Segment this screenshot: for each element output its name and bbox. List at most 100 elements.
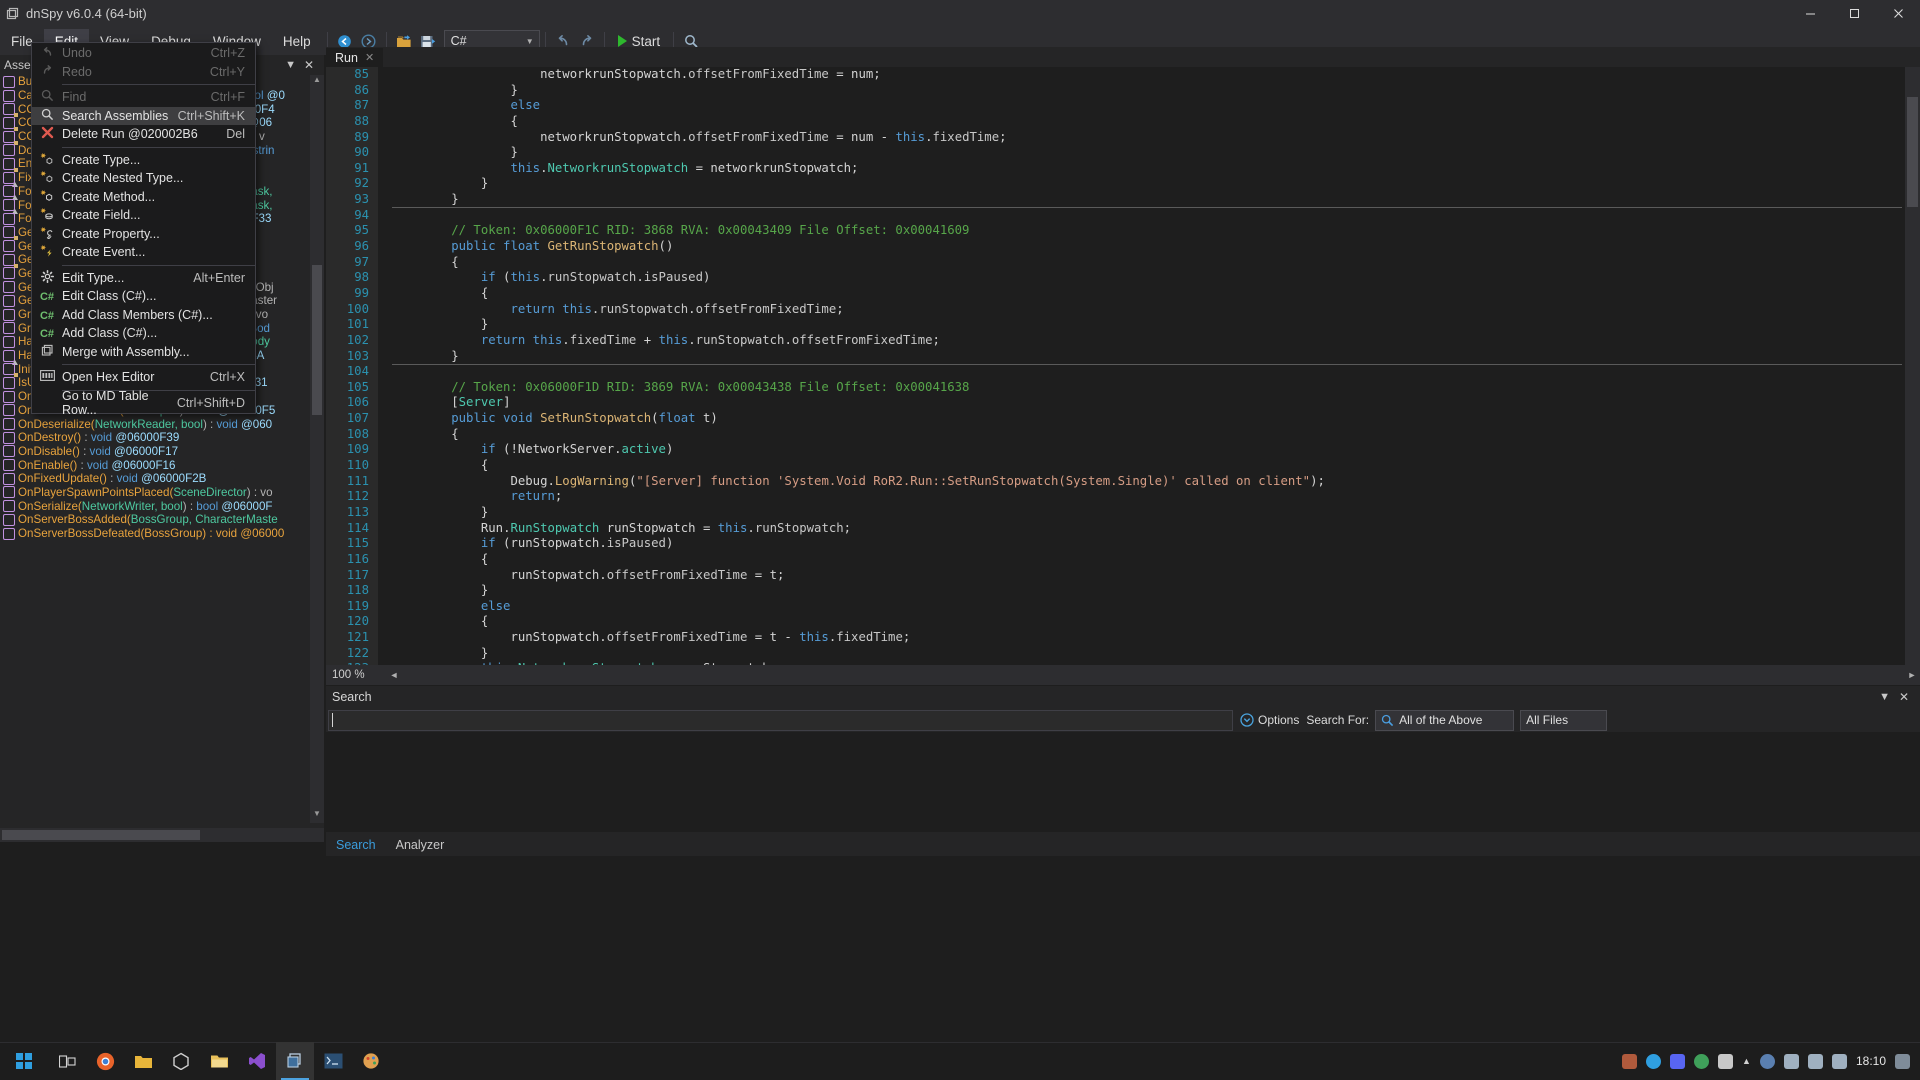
paint-icon[interactable] bbox=[352, 1042, 390, 1080]
code-line[interactable]: 97 { bbox=[326, 255, 1325, 271]
menu-item-open-hex-editor[interactable]: Open Hex Editor Ctrl+X bbox=[32, 368, 255, 387]
file-filter-selector[interactable]: All Files bbox=[1520, 709, 1608, 731]
edit-menu-dropdown[interactable]: Undo Ctrl+Z Redo Ctrl+Y Find Ctrl+F Search Ass… bbox=[31, 42, 256, 417]
code-line[interactable]: 106 [Server] bbox=[326, 395, 1325, 411]
tree-node[interactable]: OnFixedUpdate() : void @06000F2B bbox=[0, 472, 324, 486]
code-line[interactable]: 115 if (runStopwatch.isPaused) bbox=[326, 536, 1325, 552]
file-explorer-icon[interactable] bbox=[200, 1042, 238, 1080]
menu-item-create-method[interactable]: Create Method... bbox=[32, 188, 255, 207]
code-line[interactable]: 85 networkrunStopwatch.offsetFromFixedTi… bbox=[326, 67, 1325, 83]
code-line[interactable]: 96 public float GetRunStopwatch() bbox=[326, 239, 1325, 255]
menu-item-delete-run-020002b6[interactable]: Delete Run @020002B6 Del bbox=[32, 125, 255, 144]
menu-item-edit-class-c[interactable]: C# Edit Class (C#)... bbox=[32, 287, 255, 306]
code-line[interactable]: 104 bbox=[326, 364, 1325, 380]
search-input[interactable] bbox=[328, 709, 1233, 731]
close-icon[interactable]: ✕ bbox=[365, 51, 374, 64]
code-line[interactable]: 113 } bbox=[326, 505, 1325, 521]
code-line[interactable]: 112 return; bbox=[326, 489, 1325, 505]
tree-node[interactable]: OnPlayerSpawnPointsPlaced(SceneDirector)… bbox=[0, 486, 324, 500]
tree-vertical-scrollbar[interactable]: ▲ ▼ bbox=[310, 75, 324, 823]
code-content[interactable]: 85 networkrunStopwatch.offsetFromFixedTi… bbox=[326, 67, 1325, 665]
scrollbar-thumb-h[interactable] bbox=[2, 830, 200, 840]
sound-icon[interactable] bbox=[1718, 1053, 1734, 1069]
tree-node[interactable]: OnServerBossDefeated(BossGroup) : void @… bbox=[0, 527, 324, 541]
menu-item-merge-with-assembly[interactable]: Merge with Assembly... bbox=[32, 343, 255, 362]
windows-start-icon[interactable] bbox=[0, 1042, 48, 1080]
chevron-down-icon[interactable]: ▼ bbox=[1879, 691, 1890, 703]
wifi-icon[interactable] bbox=[1783, 1053, 1799, 1069]
maximize-button[interactable] bbox=[1832, 0, 1876, 27]
chrome-icon[interactable] bbox=[86, 1042, 124, 1080]
clock-time[interactable]: 18:10 bbox=[1856, 1054, 1886, 1068]
search-options-button[interactable]: Options bbox=[1233, 713, 1306, 727]
code-line[interactable]: 122 } bbox=[326, 646, 1325, 662]
code-line[interactable]: 108 { bbox=[326, 427, 1325, 443]
notification-icon[interactable] bbox=[1895, 1053, 1910, 1069]
menu-item-go-to-md-table-row[interactable]: Go to MD Table Row... Ctrl+Shift+D bbox=[32, 389, 255, 417]
chevron-down-icon[interactable]: ▼ bbox=[285, 59, 296, 71]
horizontal-scroll-track[interactable] bbox=[402, 665, 1904, 685]
tree-node[interactable]: OnDestroy() : void @06000F39 bbox=[0, 431, 324, 445]
menu-item-create-nested-type[interactable]: Create Nested Type... bbox=[32, 169, 255, 188]
code-line[interactable]: 118 } bbox=[326, 583, 1325, 599]
chevron-up-icon[interactable]: ▲ bbox=[1742, 1056, 1751, 1066]
close-icon[interactable]: ✕ bbox=[304, 58, 314, 72]
menu-item-edit-type[interactable]: Edit Type... Alt+Enter bbox=[32, 269, 255, 288]
dnspy-icon[interactable] bbox=[276, 1042, 314, 1080]
code-line[interactable]: 107 public void SetRunStopwatch(float t) bbox=[326, 411, 1325, 427]
editor-vertical-scrollbar[interactable] bbox=[1905, 67, 1920, 665]
menu-item-create-event[interactable]: Create Event... bbox=[32, 243, 255, 262]
clock-icon[interactable] bbox=[1759, 1053, 1775, 1069]
minimize-button[interactable] bbox=[1788, 0, 1832, 27]
code-line[interactable]: 91 this.NetworkrunStopwatch = networkrun… bbox=[326, 161, 1325, 177]
code-line[interactable]: 93 } bbox=[326, 192, 1325, 208]
scroll-left-arrow-icon[interactable]: ◄ bbox=[386, 670, 402, 680]
scroll-up-arrow-icon[interactable]: ▲ bbox=[310, 75, 324, 89]
close-icon[interactable]: ✕ bbox=[1899, 690, 1909, 704]
code-line[interactable]: 94 bbox=[326, 208, 1325, 224]
scrollbar-thumb[interactable] bbox=[1907, 97, 1918, 207]
code-line[interactable]: 100 return this.runStopwatch.offsetFromF… bbox=[326, 302, 1325, 318]
code-line[interactable]: 103 } bbox=[326, 349, 1325, 365]
code-line[interactable]: 86 } bbox=[326, 83, 1325, 99]
code-line[interactable]: 89 networkrunStopwatch.offsetFromFixedTi… bbox=[326, 130, 1325, 146]
visual-studio-icon[interactable] bbox=[238, 1042, 276, 1080]
code-line[interactable]: 90 } bbox=[326, 145, 1325, 161]
tree-horizontal-scrollbar[interactable] bbox=[0, 828, 324, 842]
code-line[interactable]: 121 runStopwatch.offsetFromFixedTime = t… bbox=[326, 630, 1325, 646]
code-line[interactable]: 99 { bbox=[326, 286, 1325, 302]
code-line[interactable]: 109 if (!NetworkServer.active) bbox=[326, 442, 1325, 458]
tree-node[interactable]: OnDisable() : void @06000F17 bbox=[0, 445, 324, 459]
code-line[interactable]: 120 { bbox=[326, 614, 1325, 630]
code-line[interactable]: 87 else bbox=[326, 98, 1325, 114]
keyboard-icon[interactable] bbox=[1622, 1053, 1638, 1069]
code-line[interactable]: 114 Run.RunStopwatch runStopwatch = this… bbox=[326, 521, 1325, 537]
menu-item-create-type[interactable]: Create Type... bbox=[32, 151, 255, 170]
volume-icon[interactable] bbox=[1807, 1053, 1823, 1069]
tab-analyzer[interactable]: Analyzer bbox=[386, 834, 455, 856]
tree-node[interactable]: OnSerialize(NetworkWriter, bool) : bool … bbox=[0, 499, 324, 513]
menu-help[interactable]: Help bbox=[272, 29, 322, 54]
tree-node[interactable]: OnServerBossAdded(BossGroup, CharacterMa… bbox=[0, 513, 324, 527]
code-line[interactable]: 119 else bbox=[326, 599, 1325, 615]
code-line[interactable]: 110 { bbox=[326, 458, 1325, 474]
menu-item-search-assemblies[interactable]: Search Assemblies Ctrl+Shift+K bbox=[32, 106, 255, 125]
zoom-level[interactable]: 100 % bbox=[326, 669, 386, 681]
code-line[interactable]: 101 } bbox=[326, 317, 1325, 333]
shield-icon[interactable] bbox=[1694, 1053, 1710, 1069]
telegram-icon[interactable] bbox=[1646, 1053, 1662, 1069]
menu-item-add-class-c[interactable]: C# Add Class (C#)... bbox=[32, 324, 255, 343]
code-line[interactable]: 98 if (this.runStopwatch.isPaused) bbox=[326, 270, 1325, 286]
scroll-right-arrow-icon[interactable]: ► bbox=[1904, 670, 1920, 680]
code-line[interactable]: 92 } bbox=[326, 176, 1325, 192]
menu-item-create-property[interactable]: Create Property... bbox=[32, 225, 255, 244]
tree-node[interactable]: OnDeserialize(NetworkReader, bool) : voi… bbox=[0, 417, 324, 431]
code-line[interactable]: 88 { bbox=[326, 114, 1325, 130]
folder-icon[interactable] bbox=[124, 1042, 162, 1080]
code-line[interactable]: 111 Debug.LogWarning("[Server] function … bbox=[326, 474, 1325, 490]
close-button[interactable] bbox=[1876, 0, 1920, 27]
menu-item-add-class-members-c[interactable]: C# Add Class Members (C#)... bbox=[32, 306, 255, 325]
code-line[interactable]: 117 runStopwatch.offsetFromFixedTime = t… bbox=[326, 568, 1325, 584]
taskview-icon[interactable] bbox=[48, 1042, 86, 1080]
search-for-selector[interactable]: All of the Above bbox=[1375, 709, 1515, 731]
